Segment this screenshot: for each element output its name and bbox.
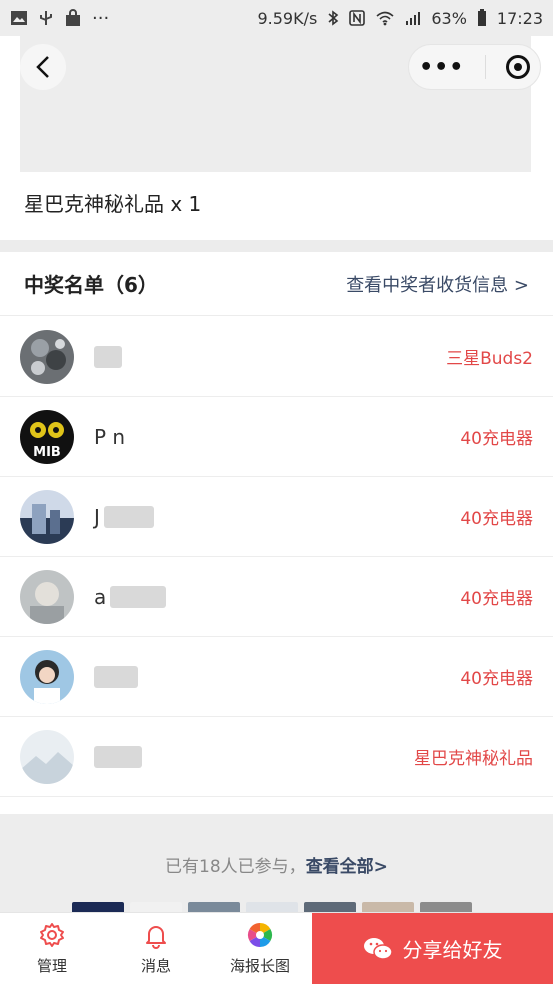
- masked-name: [103, 505, 154, 528]
- winner-row[interactable]: a 40充电器: [0, 557, 553, 637]
- avatar: MIB: [20, 409, 74, 464]
- winner-name: P n: [94, 425, 125, 449]
- status-right: 9.59K/s 63% 17:23: [257, 9, 543, 28]
- view-shipping-info-link[interactable]: 查看中奖者收货信息 >: [346, 271, 529, 297]
- share-to-friends-button[interactable]: 分享给好友: [312, 913, 553, 984]
- view-all-link[interactable]: 查看全部>: [306, 857, 388, 877]
- winner-prize: 星巴克神秘礼品: [414, 749, 533, 769]
- masked-name: [94, 745, 142, 768]
- winners-title: 中奖名单（6）: [24, 273, 158, 297]
- back-button[interactable]: [20, 44, 66, 90]
- winner-name: a: [94, 584, 167, 609]
- svg-text:MIB: MIB: [33, 445, 61, 460]
- header-area: ··· 9.59K/s 63% 17:23 ••• 星巴克神秘礼品 x 1: [0, 0, 553, 240]
- avatar: [20, 489, 74, 544]
- masked-name: [110, 585, 167, 608]
- winner-name-text: P n: [94, 424, 126, 449]
- status-left: ···: [10, 8, 109, 29]
- section-divider: [0, 240, 553, 252]
- winner-name-text: J: [94, 504, 100, 529]
- winner-row[interactable]: 40充电器: [0, 637, 553, 717]
- winners-header: 中奖名单（6） 查看中奖者收货信息 >: [0, 252, 553, 316]
- winner-info: [20, 329, 122, 384]
- target-icon[interactable]: [505, 55, 530, 79]
- bell-icon: [146, 926, 166, 949]
- battery-level: 63%: [431, 8, 467, 28]
- page: ··· 9.59K/s 63% 17:23 ••• 星巴克神秘礼品 x 1 中奖…: [0, 0, 553, 984]
- winner-info: J: [20, 489, 154, 544]
- winner-prize: 40充电器: [460, 589, 533, 609]
- winner-name: [94, 665, 138, 689]
- participants-count-text: 已有18人已参与，: [165, 857, 306, 877]
- winner-name: J: [94, 505, 154, 529]
- masked-name: [94, 665, 138, 688]
- tab-manage-label: 管理: [36, 957, 67, 975]
- winner-info: [20, 729, 142, 784]
- winner-row[interactable]: 三星Buds2: [0, 317, 553, 397]
- avatar: [20, 729, 74, 784]
- masked-name: [94, 345, 122, 368]
- wechat-icon: [363, 937, 393, 960]
- network-speed: 9.59K/s: [257, 8, 318, 28]
- wifi-icon: [376, 11, 394, 26]
- usb-icon: [40, 11, 52, 25]
- winner-prize: 40充电器: [460, 669, 533, 689]
- more-icon: ···: [92, 7, 110, 29]
- bag-icon: [66, 9, 80, 26]
- winner-name-text: a: [94, 584, 107, 609]
- winner-info: a: [20, 569, 167, 624]
- bluetooth-icon: [328, 10, 339, 26]
- avatar: [20, 329, 74, 384]
- poster-icon: [247, 923, 273, 947]
- participants-summary: 已有18人已参与，查看全部>: [0, 852, 553, 877]
- more-dots-icon[interactable]: •••: [419, 55, 464, 80]
- battery-icon: [477, 9, 486, 26]
- tab-messages-label: 消息: [140, 957, 171, 975]
- capsule-divider: [484, 55, 486, 79]
- avatar: [20, 569, 74, 624]
- image-icon: [11, 11, 27, 25]
- winner-row[interactable]: 星巴克神秘礼品: [0, 717, 553, 797]
- signal-icon: [406, 12, 421, 25]
- chevron-left-icon: [36, 56, 49, 78]
- winner-prize: 40充电器: [460, 509, 533, 529]
- clock: 17:23: [496, 8, 543, 28]
- status-bar: ··· 9.59K/s 63% 17:23: [0, 0, 553, 36]
- winner-row[interactable]: MIB P n 40充电器: [0, 397, 553, 477]
- winner-name: [94, 745, 142, 769]
- winner-info: [20, 649, 138, 704]
- winner-prize: 40充电器: [460, 429, 533, 449]
- winner-prize: 三星Buds2: [446, 349, 533, 369]
- prize-description: 星巴克神秘礼品 x 1: [24, 192, 202, 216]
- winner-row[interactable]: J 40充电器: [0, 477, 553, 557]
- winner-name: [94, 345, 122, 369]
- gear-icon: [40, 923, 64, 947]
- nfc-icon: [349, 10, 366, 26]
- tab-messages[interactable]: 消息: [104, 913, 208, 984]
- bottom-bar: 管理 消息 海报长图 分享给好友: [0, 912, 553, 984]
- tab-poster-label: 海报长图: [229, 957, 290, 975]
- tab-manage[interactable]: 管理: [0, 913, 104, 984]
- tab-poster[interactable]: 海报长图: [208, 913, 312, 984]
- winner-info: MIB P n: [20, 409, 125, 464]
- mini-program-capsule: •••: [408, 44, 541, 90]
- avatar: [20, 649, 74, 704]
- share-label: 分享给好友: [402, 938, 503, 962]
